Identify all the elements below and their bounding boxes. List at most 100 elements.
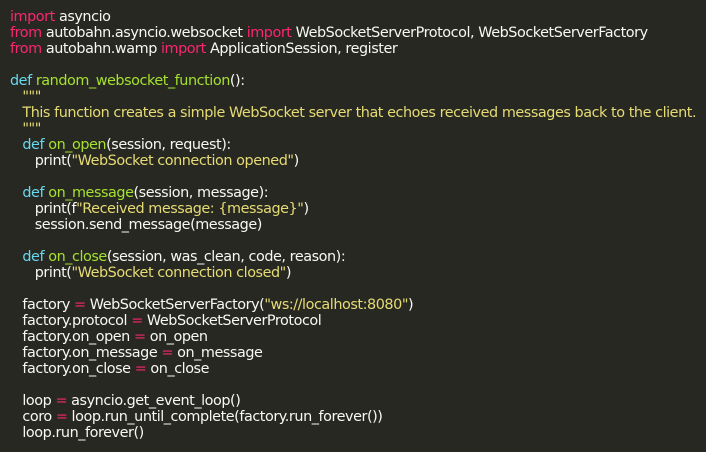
code-token: on_message [173, 345, 263, 361]
code-token: loop [22, 393, 56, 409]
code-line[interactable]: loop.run_forever() [10, 425, 706, 441]
code-line[interactable]: coro = loop.run_until_complete(factory.r… [10, 409, 706, 425]
code-token: coro [22, 409, 56, 425]
function-name-token: on_message [48, 185, 134, 201]
string-token: "WebSocket connection opened" [71, 153, 294, 169]
code-token: factory.on_close [22, 361, 135, 377]
code-token: ) [408, 297, 414, 313]
code-line[interactable]: from autobahn.wamp import ApplicationSes… [10, 41, 706, 57]
code-line[interactable] [10, 57, 706, 73]
code-token: loop.run_until_complete(factory.run_fore… [67, 409, 383, 425]
code-token: print( [34, 201, 72, 217]
code-line[interactable]: factory.on_message = on_message [10, 345, 706, 361]
string-token: """ [22, 121, 41, 137]
code-token: print( [34, 153, 72, 169]
code-line[interactable]: print(f"Received message: {message}") [10, 201, 706, 217]
code-token: ) [303, 201, 309, 217]
code-line[interactable]: """ [10, 89, 706, 105]
code-token: (session, request): [106, 137, 231, 153]
code-token: (session, was_clean, code, reason): [106, 249, 346, 265]
function-name-token: on_open [48, 137, 107, 153]
code-token: asyncio [54, 9, 111, 25]
code-token: on_open [145, 329, 208, 345]
code-line[interactable] [10, 233, 706, 249]
code-line[interactable]: def on_open(session, request): [10, 137, 706, 153]
code-line[interactable]: factory.protocol = WebSocketServerProtoc… [10, 313, 706, 329]
code-line[interactable]: session.send_message(message) [10, 217, 706, 233]
code-line[interactable]: This function creates a simple WebSocket… [10, 105, 706, 121]
code-editor[interactable]: import asyncio from autobahn.asyncio.webs… [0, 0, 706, 452]
code-line[interactable] [10, 281, 706, 297]
string-token: This function creates a simple WebSocket… [22, 105, 697, 121]
code-token: factory.on_open [22, 329, 134, 345]
code-token: WebSocketServerProtocol [142, 313, 322, 329]
def-keyword-token: def [22, 185, 45, 201]
code-token: factory.on_message [22, 345, 162, 361]
function-name-token: random_websocket_function [35, 73, 230, 89]
code-line[interactable]: def random_websocket_function(): [10, 73, 706, 89]
def-keyword-token: def [22, 249, 45, 265]
code-line[interactable] [10, 169, 706, 185]
function-name-token: on_close [48, 249, 107, 265]
code-line[interactable]: def on_message(session, message): [10, 185, 706, 201]
code-token: autobahn.wamp [41, 41, 161, 57]
code-line[interactable]: def on_close(session, was_clean, code, r… [10, 249, 706, 265]
keyword-token: import [246, 25, 292, 41]
code-line[interactable]: factory = WebSocketServerFactory("ws://l… [10, 297, 706, 313]
code-token: ) [293, 153, 300, 169]
code-token: session.send_message(message) [34, 217, 263, 233]
string-token: """ [22, 89, 41, 105]
code-line[interactable]: factory.on_close = on_close [10, 361, 706, 377]
code-line[interactable]: import asyncio [10, 9, 706, 25]
code-line[interactable]: from autobahn.asyncio.websocket import W… [10, 25, 706, 41]
string-token: "Received message: {message}" [76, 201, 304, 217]
keyword-token: from [10, 41, 42, 57]
def-keyword-token: def [22, 137, 45, 153]
code-line[interactable] [10, 377, 706, 393]
code-token: WebSocketServerFactory( [85, 297, 265, 313]
string-token: "ws://localhost:8080" [264, 297, 408, 313]
keyword-token: = [134, 361, 147, 377]
code-token: autobahn.asyncio.websocket [41, 25, 247, 41]
code-token: factory [22, 297, 75, 313]
code-line[interactable]: factory.on_open = on_open [10, 329, 706, 345]
code-token: factory.protocol [22, 313, 132, 329]
code-line[interactable]: print("WebSocket connection opened") [10, 153, 706, 169]
code-token: asyncio.get_event_loop() [67, 393, 241, 409]
keyword-token: import [161, 41, 206, 57]
keyword-token: from [10, 25, 42, 41]
code-token: loop.run_forever() [22, 425, 144, 441]
keyword-token: = [133, 329, 146, 345]
keyword-token: = [55, 393, 68, 409]
code-token: (): [229, 73, 245, 89]
keyword-token: = [74, 297, 86, 313]
code-token: print( [34, 265, 72, 281]
code-token: ApplicationSession, register [205, 41, 398, 57]
code-line[interactable]: """ [10, 121, 706, 137]
code-line[interactable]: loop = asyncio.get_event_loop() [10, 393, 706, 409]
code-token: (session, message): [133, 185, 269, 201]
code-token: ) [285, 265, 292, 281]
code-line[interactable]: print("WebSocket connection closed") [10, 265, 706, 281]
code-token: on_close [146, 361, 210, 377]
keyword-token: = [55, 409, 68, 425]
code-token: WebSocketServerProtocol, WebSocketServer… [291, 25, 648, 41]
keyword-token: import [10, 9, 55, 25]
